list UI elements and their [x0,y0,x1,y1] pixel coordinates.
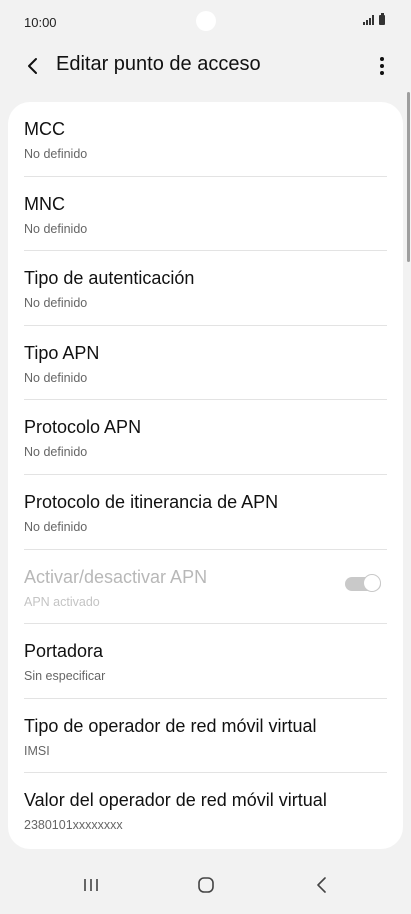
setting-value: No definido [24,221,88,236]
setting-value: IMSI [24,743,50,758]
settings-list: MCC No definido MNC No definido Tipo de … [8,102,403,849]
setting-mvno-type[interactable]: Tipo de operador de red móvil virtual IM… [24,699,387,774]
status-time: 10:00 [24,15,57,30]
more-vertical-icon [380,57,384,75]
back-button[interactable] [22,52,46,80]
setting-title: Tipo de autenticación [24,268,195,289]
camera-cutout [196,11,216,31]
back-icon [317,877,326,893]
battery-icon [379,13,385,25]
setting-value: No definido [24,370,88,385]
setting-value: No definido [24,147,88,161]
setting-title: Tipo APN [24,342,100,363]
setting-title: MCC [24,119,65,139]
setting-title: Protocolo de itinerancia de APN [24,491,279,512]
setting-title: Portadora [24,641,104,662]
setting-title: Valor del operador de red móvil virtual [24,790,327,811]
setting-mnc[interactable]: MNC No definido [24,177,387,252]
recent-apps-icon [84,879,98,891]
setting-mcc[interactable]: MCC No definido [24,102,387,177]
apn-toggle-switch [345,573,381,594]
setting-mvno-value[interactable]: Valor del operador de red móvil virtual … [24,773,387,848]
setting-value: APN activado [24,594,100,609]
page-title: Editar punto de acceso [56,53,261,75]
more-options-button[interactable] [375,52,389,80]
nav-back-button[interactable] [302,868,342,902]
setting-title: Activar/desactivar APN [24,566,208,587]
setting-apn-roaming-protocol[interactable]: Protocolo de itinerancia de APN No defin… [24,475,387,550]
scrollbar[interactable] [407,92,410,262]
setting-value: No definido [24,445,88,460]
home-button[interactable] [186,868,226,902]
setting-apn-type[interactable]: Tipo APN No definido [24,326,387,401]
setting-title: Tipo de operador de red móvil virtual [24,715,317,736]
setting-apn-protocol[interactable]: Protocolo APN No definido [24,400,387,475]
setting-value: 2380101xxxxxxxx [24,818,123,833]
setting-value: No definido [24,519,88,534]
navigation-bar [0,860,411,914]
setting-auth-type[interactable]: Tipo de autenticación No definido [24,251,387,326]
setting-value: Sin especificar [24,669,106,684]
setting-title: MNC [24,193,65,214]
status-bar: 10:00 [0,0,411,44]
back-arrow-icon [28,58,37,74]
toggle-knob [363,573,381,592]
setting-apn-enable: Activar/desactivar APN APN activado [24,550,387,625]
status-icons [363,13,385,25]
setting-value: No definido [24,296,88,311]
signal-icon [363,15,374,25]
setting-title: Protocolo APN [24,417,142,438]
home-icon [198,877,214,893]
recent-apps-button[interactable] [72,868,112,902]
app-bar: Editar punto de acceso [0,44,411,88]
setting-bearer[interactable]: Portadora Sin especificar [24,624,387,699]
